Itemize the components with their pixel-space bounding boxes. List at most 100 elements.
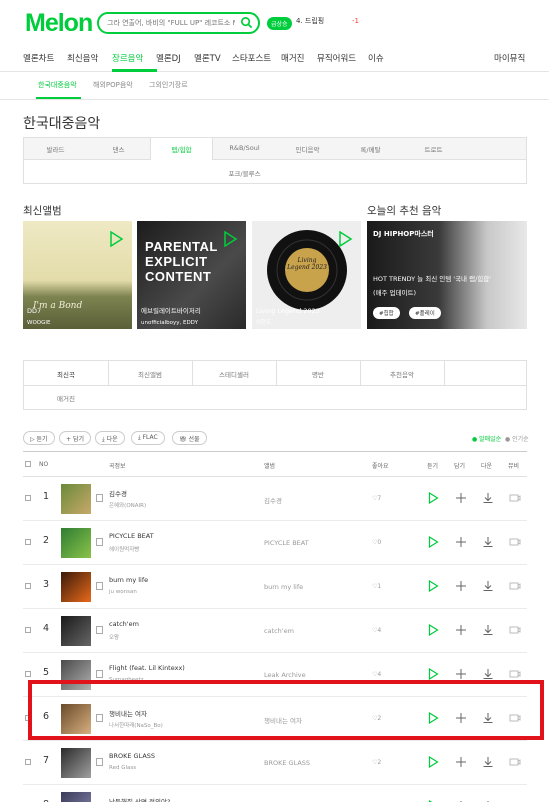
song-title[interactable]: PICYCLE BEAT xyxy=(109,532,154,540)
nav-award[interactable]: 뮤직어워드 xyxy=(317,52,356,64)
song-artist[interactable]: Red Glass xyxy=(109,765,136,771)
play-icon[interactable] xyxy=(427,580,439,592)
genre-tab-ballad[interactable]: 발라드 xyxy=(24,144,87,154)
album-card[interactable]: Living Legend 2023 Living Legend 2023 이현… xyxy=(252,221,361,329)
album-title[interactable]: DD7 xyxy=(27,307,41,315)
tab-recommend[interactable]: 추천음악 xyxy=(360,369,444,379)
play-icon[interactable] xyxy=(427,668,439,680)
row-checkbox[interactable] xyxy=(25,759,31,765)
download-icon[interactable] xyxy=(482,492,494,504)
tab-magazine[interactable]: 매거진 xyxy=(24,393,108,403)
mv-icon[interactable] xyxy=(509,624,521,636)
album-thumbnail[interactable] xyxy=(61,528,91,558)
recommend-tag[interactable]: #힙합 xyxy=(373,307,400,319)
song-album[interactable]: Leak Archive xyxy=(264,671,306,679)
like-button[interactable]: ♡7 xyxy=(372,495,381,502)
album-card[interactable]: PARENTAL EXPLICIT CONTENT 에브릴레이트바이저리 uno… xyxy=(137,221,246,329)
album-artist[interactable]: 이현도 xyxy=(256,318,271,326)
melon-logo[interactable]: Melon xyxy=(25,9,93,38)
row-checkbox[interactable] xyxy=(25,495,31,501)
flac-button[interactable]: ⤓ FLAC xyxy=(131,431,165,445)
download-icon[interactable] xyxy=(482,756,494,768)
play-icon[interactable] xyxy=(337,231,353,247)
search-box[interactable] xyxy=(97,12,260,34)
song-info-icon[interactable] xyxy=(96,582,103,590)
song-artist[interactable]: 오왕 xyxy=(109,633,119,641)
nav-genre[interactable]: 장르음악 xyxy=(112,52,143,64)
add-icon[interactable] xyxy=(455,624,467,636)
song-album[interactable]: burn my life xyxy=(264,583,303,591)
recommend-card[interactable]: DJ HIPHOP마스터 HOT TRENDY 늘 최신 인템 '국내 랩/힙합… xyxy=(367,221,527,329)
song-title[interactable]: catch'em xyxy=(109,620,139,628)
like-button[interactable]: ♡1 xyxy=(372,583,381,590)
album-thumbnail[interactable] xyxy=(61,484,91,514)
song-title[interactable]: 남듯해질 상면 점의야? xyxy=(109,796,170,802)
play-icon[interactable] xyxy=(222,231,238,247)
download-icon[interactable] xyxy=(482,624,494,636)
download-icon[interactable] xyxy=(482,536,494,548)
gift-button[interactable]: 🎁︎ 선물 xyxy=(172,431,207,445)
song-info-icon[interactable] xyxy=(96,538,103,546)
nav-new[interactable]: 최신음악 xyxy=(67,52,98,64)
download-icon[interactable] xyxy=(482,668,494,680)
genre-tab-dance[interactable]: 댄스 xyxy=(87,144,150,154)
subnav-pop[interactable]: 해외POP음악 xyxy=(93,80,133,90)
album-title[interactable]: 에브릴레이트바이저리 xyxy=(141,305,201,315)
nav-chart[interactable]: 멜론차트 xyxy=(23,52,54,64)
add-icon[interactable] xyxy=(455,756,467,768)
genre-tab-folk[interactable]: 포크/블루스 xyxy=(213,168,276,178)
song-info-icon[interactable] xyxy=(96,670,103,678)
song-title[interactable]: BROKE GLASS xyxy=(109,752,155,760)
like-button[interactable]: ♡0 xyxy=(372,539,381,546)
row-checkbox[interactable] xyxy=(25,627,31,633)
sort-popular[interactable]: ● 인기순 xyxy=(505,434,529,443)
listen-button[interactable]: ▷ 듣기 xyxy=(23,431,55,445)
song-title[interactable]: 김수경 xyxy=(109,488,127,498)
genre-tab-indie[interactable]: 인디음악 xyxy=(276,144,339,154)
album-thumbnail[interactable] xyxy=(61,572,91,602)
mv-icon[interactable] xyxy=(509,492,521,504)
download-button[interactable]: ⤓ 다운 xyxy=(95,431,125,445)
nav-magazine[interactable]: 매거진 xyxy=(281,52,304,64)
trend-keyword[interactable]: 4. 드립핑 xyxy=(296,16,324,26)
nav-starpost[interactable]: 스타포스트 xyxy=(232,52,271,64)
select-all-checkbox[interactable] xyxy=(25,461,31,467)
tab-classic[interactable]: 명반 xyxy=(276,369,360,379)
song-info-icon[interactable] xyxy=(96,626,103,634)
search-input[interactable] xyxy=(107,16,235,30)
song-artist[interactable]: 헤이원먹자빵 xyxy=(109,545,139,553)
subnav-others[interactable]: 그외인기장르 xyxy=(149,80,188,90)
add-icon[interactable] xyxy=(455,536,467,548)
add-icon[interactable] xyxy=(455,668,467,680)
album-artist[interactable]: WOOGIE xyxy=(27,320,50,326)
genre-tab-rock[interactable]: 록/메탈 xyxy=(339,144,402,154)
sort-latest[interactable]: ● 발매일순 xyxy=(472,434,501,443)
song-album[interactable]: BROKE GLASS xyxy=(264,759,310,767)
recommend-dj[interactable]: DJ HIPHOP마스터 xyxy=(373,229,434,239)
album-title[interactable]: Living Legend 2023 xyxy=(256,307,320,315)
add-button[interactable]: + 담기 xyxy=(59,431,91,445)
album-thumbnail[interactable] xyxy=(61,616,91,646)
tab-steady[interactable]: 스테디셀러 xyxy=(192,369,276,379)
play-icon[interactable] xyxy=(427,756,439,768)
mv-icon[interactable] xyxy=(509,580,521,592)
row-checkbox[interactable] xyxy=(25,583,31,589)
nav-tv[interactable]: 멜론TV xyxy=(194,52,221,64)
album-thumbnail[interactable] xyxy=(61,748,91,778)
download-icon[interactable] xyxy=(482,580,494,592)
genre-tab-rnb[interactable]: R&B/Soul xyxy=(213,144,276,152)
tab-new-albums[interactable]: 최신앨범 xyxy=(108,369,192,379)
song-info-icon[interactable] xyxy=(96,494,103,502)
subnav-korean[interactable]: 한국대중음악 xyxy=(38,80,77,90)
like-button[interactable]: ♡2 xyxy=(372,759,381,766)
album-card[interactable]: I'm a Bond DD7 WOOGIE xyxy=(23,221,132,329)
mv-icon[interactable] xyxy=(509,536,521,548)
tab-new-songs[interactable]: 최신곡 xyxy=(24,369,108,379)
nav-dj[interactable]: 멜론DJ xyxy=(156,52,181,64)
genre-tab-hiphop[interactable]: 랩/힙합 xyxy=(150,138,213,160)
mv-icon[interactable] xyxy=(509,668,521,680)
album-thumbnail[interactable] xyxy=(61,792,91,802)
play-icon[interactable] xyxy=(108,231,124,247)
song-artist[interactable]: ju wonsan xyxy=(109,589,137,595)
song-album[interactable]: catch'em xyxy=(264,627,294,635)
